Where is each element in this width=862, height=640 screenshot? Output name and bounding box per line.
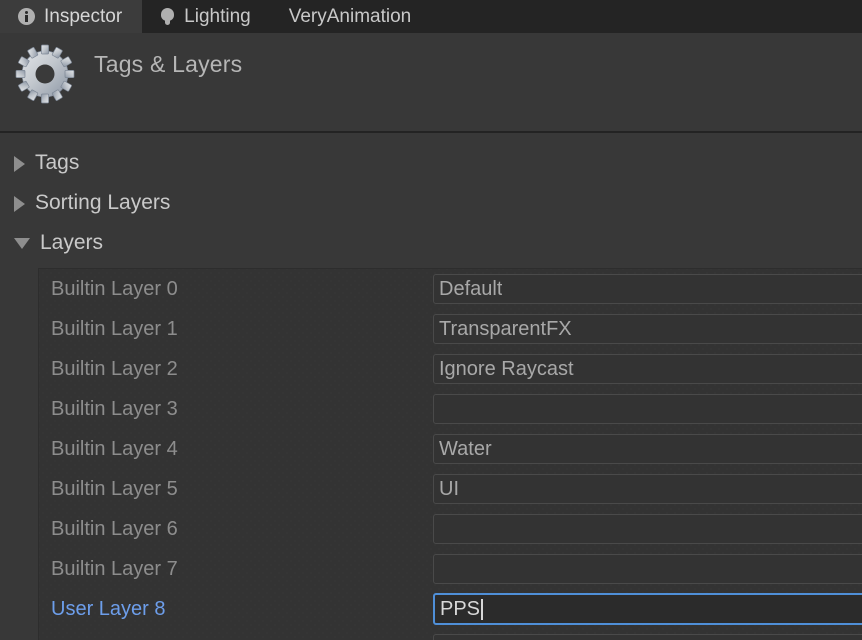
layer-label: Builtin Layer 5 (51, 478, 178, 500)
foldout-tags-label: Tags (35, 151, 80, 174)
table-row: Builtin Layer 2 Ignore Raycast (39, 349, 862, 389)
lightbulb-icon (160, 7, 175, 26)
info-icon (18, 8, 35, 25)
layer-label: Builtin Layer 6 (51, 518, 178, 540)
table-row: Builtin Layer 7 (39, 549, 862, 589)
layer-name-input[interactable] (433, 514, 862, 544)
table-row: Builtin Layer 3 (39, 389, 862, 429)
layer-name-input[interactable]: UI (433, 474, 862, 504)
layer-name-value: Default (439, 278, 503, 300)
tab-inspector-label: Inspector (44, 5, 123, 27)
layer-name-value: UI (439, 478, 459, 500)
layer-name-input[interactable] (433, 634, 862, 640)
tab-veryanimation[interactable]: VeryAnimation (271, 0, 432, 33)
table-row: Builtin Layer 1 TransparentFX (39, 309, 862, 349)
text-caret (481, 598, 484, 620)
triangle-right-icon (14, 195, 25, 212)
layer-name-input-focused[interactable]: PPS (433, 593, 862, 625)
layer-name-input[interactable]: Ignore Raycast (433, 354, 862, 384)
table-row: Builtin Layer 5 UI (39, 469, 862, 509)
layer-name-value: Ignore Raycast (439, 358, 574, 380)
layer-label: Builtin Layer 0 (51, 278, 178, 300)
tab-veryanimation-label: VeryAnimation (288, 5, 412, 27)
layer-label: Builtin Layer 7 (51, 558, 178, 580)
layer-name-input[interactable] (433, 394, 862, 424)
layer-name-value: Water (439, 438, 492, 460)
foldout-layers-label: Layers (40, 231, 104, 254)
layers-list: Builtin Layer 0 Default Builtin Layer 1 … (38, 268, 862, 640)
tab-bar: Inspector Lighting VeryAnimation (0, 0, 862, 33)
tab-inspector[interactable]: Inspector (0, 0, 143, 33)
layer-name-value: TransparentFX (439, 318, 572, 340)
layer-label: Builtin Layer 4 (51, 438, 178, 460)
layer-name-input[interactable]: TransparentFX (433, 314, 862, 344)
layer-name-value: PPS (440, 598, 481, 620)
tab-lighting[interactable]: Lighting (142, 0, 271, 33)
triangle-right-icon (14, 155, 25, 172)
table-row (39, 629, 862, 640)
triangle-down-icon (14, 238, 30, 249)
panel-header: Tags & Layers (0, 33, 862, 133)
tab-lighting-label: Lighting (184, 5, 251, 27)
layer-label: Builtin Layer 3 (51, 398, 178, 420)
foldout-sorting-layers-label: Sorting Layers (35, 191, 171, 214)
gear-icon (14, 43, 76, 105)
table-row: Builtin Layer 0 Default (39, 269, 862, 309)
layer-label: Builtin Layer 2 (51, 358, 178, 380)
inspector-window: Inspector Lighting VeryAnimation Tags & … (0, 0, 862, 640)
layer-name-input[interactable]: Default (433, 274, 862, 304)
foldout-tags[interactable]: Tags (14, 148, 79, 178)
layer-name-input[interactable]: Water (433, 434, 862, 464)
table-row: User Layer 8 PPS (39, 589, 862, 629)
page-title: Tags & Layers (94, 51, 243, 77)
table-row: Builtin Layer 4 Water (39, 429, 862, 469)
foldout-layers[interactable]: Layers (14, 228, 103, 258)
layer-name-input[interactable] (433, 554, 862, 584)
layer-label: Builtin Layer 1 (51, 318, 178, 340)
layer-label: User Layer 8 (51, 598, 166, 620)
table-row: Builtin Layer 6 (39, 509, 862, 549)
foldout-sorting-layers[interactable]: Sorting Layers (14, 188, 170, 218)
